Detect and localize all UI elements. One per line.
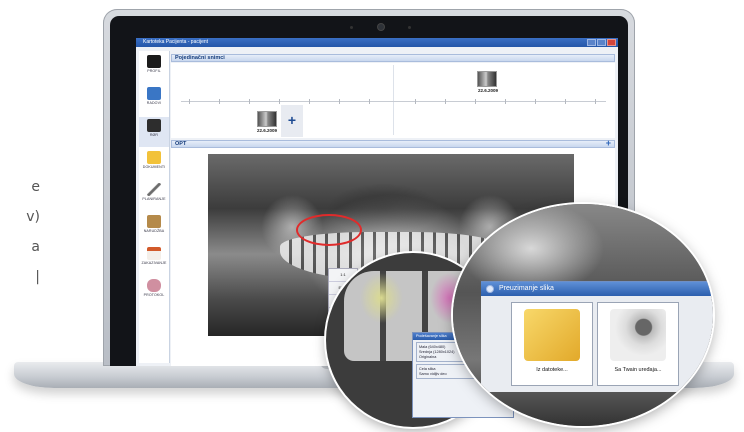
pen-icon	[147, 183, 161, 196]
calendar-icon	[147, 247, 161, 260]
acquire-dialog-title: Preuzimanje slika	[499, 285, 554, 292]
folder-icon	[524, 309, 580, 361]
timeline-tick	[475, 99, 476, 104]
sidebar-item-radovi[interactable]: RADOVI	[139, 85, 169, 115]
sidebar-item-narudzba[interactable]: NARUDŽBA	[139, 213, 169, 243]
thumbnail-date: 22.6.2009	[257, 128, 278, 133]
add-image-button[interactable]: +	[281, 105, 303, 137]
side-text-line: |	[35, 269, 40, 285]
source-twain[interactable]: Sa Twain uređaja...	[597, 302, 679, 386]
timeline-tick	[445, 99, 446, 104]
xray-thumbnail[interactable]	[257, 111, 277, 127]
timeline-tick	[219, 99, 220, 104]
opt-panel-title: OPT	[175, 141, 187, 147]
maximize-button[interactable]	[597, 39, 606, 46]
sidebar-item-label: NARUDŽBA	[143, 229, 165, 233]
source-from-file[interactable]: Iz datoteke...	[511, 302, 593, 386]
timeline-tick	[279, 99, 280, 104]
timeline-tick	[369, 99, 370, 104]
close-button[interactable]	[607, 39, 616, 46]
window-titlebar: Kartoteka Pacijenta - pacijent	[136, 38, 618, 47]
xray-thumbnail[interactable]	[477, 71, 497, 87]
timeline-tick	[189, 99, 190, 104]
sidebar-item-dokumenti[interactable]: DOKUMENTI	[139, 149, 169, 179]
sidebar-item-label: PLANIRANJE	[142, 197, 166, 201]
annotation-circle[interactable]	[296, 214, 362, 246]
denture-icon	[147, 279, 161, 292]
window-controls	[587, 39, 616, 46]
timeline-tick	[565, 99, 566, 104]
timeline-tick	[339, 99, 340, 104]
source-label: Iz datoteke...	[536, 367, 568, 373]
acquire-dialog-inset: Preuzimanje slika Iz datoteke... Sa Twai…	[453, 204, 713, 426]
timeline-tick	[535, 99, 536, 104]
tooth-chair-icon	[147, 87, 161, 100]
sidebar-item-label: ZAKAZIVANJE	[141, 261, 167, 265]
timeline-axis	[181, 101, 606, 102]
timeline-divider	[393, 65, 394, 135]
opt-add-button[interactable]: +	[606, 139, 611, 148]
sidebar-item-profil[interactable]: PROFIL	[139, 53, 169, 83]
webcam	[378, 24, 384, 30]
timeline-tick	[415, 99, 416, 104]
sidebar-item-zakazivanje[interactable]: ZAKAZIVANJE	[139, 245, 169, 275]
sidebar-item-label: PROFIL	[147, 69, 161, 73]
sidebar-item-label: PROTOKOL	[143, 293, 165, 297]
minimize-button[interactable]	[587, 39, 596, 46]
source-label: Sa Twain uređaja...	[614, 367, 662, 373]
boxes-icon	[147, 215, 161, 228]
sensor-dot	[408, 26, 411, 29]
thumbnail-date: 22.6.2009	[478, 88, 499, 93]
side-text-line: a	[31, 239, 40, 255]
scanner-camera-icon	[610, 309, 666, 361]
timeline-panel-title: Pojedinačni snimci	[175, 55, 225, 61]
timeline-panel-header: Pojedinačni snimci	[171, 54, 615, 62]
tooth-icon	[147, 119, 161, 132]
side-text-line: v)	[26, 209, 40, 225]
profile-icon	[147, 55, 161, 68]
timeline-tick	[505, 99, 506, 104]
sidebar-item-label: RØR	[149, 133, 159, 137]
acquire-dialog-titlebar: Preuzimanje slika	[481, 282, 713, 296]
sidebar-item-label: RADOVI	[146, 101, 162, 105]
timeline-tick	[309, 99, 310, 104]
timeline-tick	[249, 99, 250, 104]
side-text: e v) a |	[0, 172, 40, 292]
window-title: Kartoteka Pacijenta - pacijent	[143, 39, 209, 45]
sidebar: PROFIL RADOVI RØR DOKUMENTI PLANIRANJE N…	[139, 51, 170, 363]
dialog-icon	[486, 285, 494, 293]
timeline: 22.6.2009 22.6.2009 +	[171, 63, 615, 138]
acquire-dialog: Preuzimanje slika Iz datoteke... Sa Twai…	[481, 281, 713, 392]
sidebar-item-protokol[interactable]: PROTOKOL	[139, 277, 169, 307]
folder-icon	[147, 151, 161, 164]
sensor-dot	[350, 26, 353, 29]
timeline-tick	[595, 99, 596, 104]
side-text-line: e	[31, 179, 40, 195]
opt-panel-header: OPT +	[171, 139, 615, 148]
sidebar-item-ror[interactable]: RØR	[139, 117, 169, 147]
sidebar-item-planiranje[interactable]: PLANIRANJE	[139, 181, 169, 211]
sidebar-item-label: DOKUMENTI	[142, 165, 166, 169]
